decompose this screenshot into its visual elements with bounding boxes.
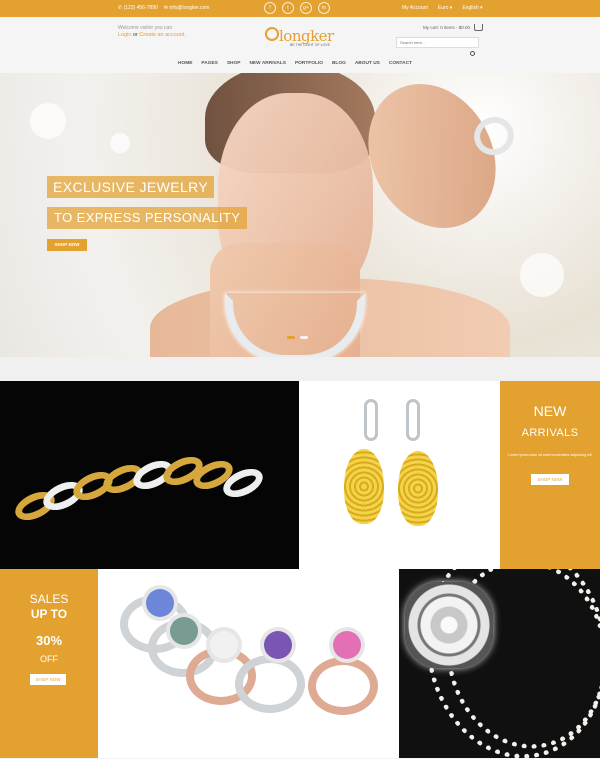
top-bar: ✆ (123) 456-7890 ✉ info@longker.com f t …: [0, 0, 600, 17]
cart-icon: [474, 24, 484, 31]
new-arrivals-shop-button[interactable]: SHOP NOW: [531, 474, 569, 485]
amethyst-gemstone: [264, 631, 292, 659]
login-link[interactable]: Login: [118, 32, 131, 38]
bokeh-light: [110, 133, 130, 153]
account-links: Login or Create an account.: [118, 32, 186, 38]
pink-gemstone: [333, 631, 361, 659]
nav-home[interactable]: HOME: [178, 61, 192, 66]
nav-shop[interactable]: SHOP: [227, 61, 241, 66]
nav-pages[interactable]: PAGES: [201, 61, 217, 66]
bracelet-tile[interactable]: [0, 381, 299, 569]
search-icon[interactable]: [470, 51, 475, 56]
rings-tile[interactable]: [98, 569, 399, 758]
arrivals-subtitle: ARRIVALS: [521, 427, 579, 439]
rose-gold-ring-image: [308, 657, 378, 715]
email-address[interactable]: ✉ info@longker.com: [164, 5, 210, 11]
gold-bracelet-image: [10, 439, 270, 529]
new-arrivals-text: Lorem ipsum dolor sit amet consectetur a…: [508, 453, 592, 457]
new-arrivals-banner[interactable]: NEW ARRIVALS Lorem ipsum dolor sit amet …: [500, 381, 600, 569]
site-header: Welcome visitor you can Login or Create …: [0, 17, 600, 73]
logo-tagline: BE THE LIGHT OF LOVE: [290, 43, 330, 47]
sales-title: SALES: [29, 592, 69, 606]
create-account-link[interactable]: Create an account.: [139, 32, 185, 38]
green-gemstone: [170, 617, 198, 645]
facebook-icon[interactable]: f: [264, 2, 276, 14]
up-to-text: UP TO: [30, 607, 68, 621]
nav-about-us[interactable]: ABOUT US: [355, 61, 380, 66]
linkedin-icon[interactable]: in: [318, 2, 330, 14]
ring-logo-icon: [265, 27, 279, 41]
google-plus-icon[interactable]: g+: [300, 2, 312, 14]
section-spacer: [0, 357, 600, 381]
sales-shop-button[interactable]: SHOP NOW: [30, 674, 66, 685]
phone-number[interactable]: ✆ (123) 456-7890: [118, 5, 158, 11]
gold-earring-image: [398, 451, 438, 526]
earring-hook: [406, 399, 420, 441]
earring-hook: [364, 399, 378, 441]
diamond-gemstone: [210, 631, 238, 659]
my-account-link[interactable]: My Account: [402, 5, 428, 11]
contact-info: ✆ (123) 456-7890 ✉ info@longker.com: [118, 5, 209, 11]
bokeh-light: [520, 253, 564, 297]
bokeh-light: [30, 103, 66, 139]
twitter-icon[interactable]: t: [282, 2, 294, 14]
gold-earring-image: [344, 449, 384, 524]
language-select[interactable]: English ▾: [462, 5, 482, 11]
nav-new-arrivals[interactable]: NEW ARRIVALS: [249, 61, 286, 66]
currency-select[interactable]: Euro ▾: [438, 5, 452, 11]
welcome-text: Welcome visitor you can: [118, 25, 173, 31]
logo[interactable]: longker BE THE LIGHT OF LOVE: [265, 25, 335, 49]
slide-dot[interactable]: [300, 336, 308, 339]
main-navigation: HOME PAGES SHOP NEW ARRIVALS PORTFOLIO B…: [178, 61, 412, 66]
sales-banner[interactable]: SALES UP TO 30% OFF SHOP NOW: [0, 569, 98, 758]
hero-subtitle: TO EXPRESS PERSONALITY: [47, 207, 248, 229]
social-links: f t g+ in: [264, 2, 330, 14]
diamond-brooch-image: [405, 582, 493, 668]
mini-cart[interactable]: My cart: 0 items - $0.00: [423, 24, 484, 31]
search-input[interactable]: [396, 37, 479, 48]
hero-title: EXCLUSIVE JEWELRY: [47, 176, 215, 198]
nav-contact[interactable]: CONTACT: [389, 61, 412, 66]
new-title: NEW: [533, 403, 567, 419]
earrings-tile[interactable]: [299, 381, 500, 569]
cart-summary: My cart: 0 items - $0.00: [423, 25, 471, 30]
or-text: or: [133, 32, 138, 38]
hero-slider: EXCLUSIVE JEWELRY TO EXPRESS PERSONALITY…: [0, 73, 600, 357]
blue-gemstone: [146, 589, 174, 617]
slider-pagination: [287, 336, 308, 339]
discount-percent: 30%: [35, 633, 63, 648]
nav-blog[interactable]: BLOG: [332, 61, 346, 66]
necklace-image: [225, 293, 365, 357]
top-bar-menu: My Account Euro ▾ English ▾: [402, 5, 483, 11]
off-text: OFF: [40, 654, 58, 664]
shop-now-button[interactable]: SHOP NOW: [47, 239, 87, 251]
silver-ring-image: [235, 655, 305, 713]
nav-portfolio[interactable]: PORTFOLIO: [295, 61, 323, 66]
slide-dot-active[interactable]: [287, 336, 295, 339]
